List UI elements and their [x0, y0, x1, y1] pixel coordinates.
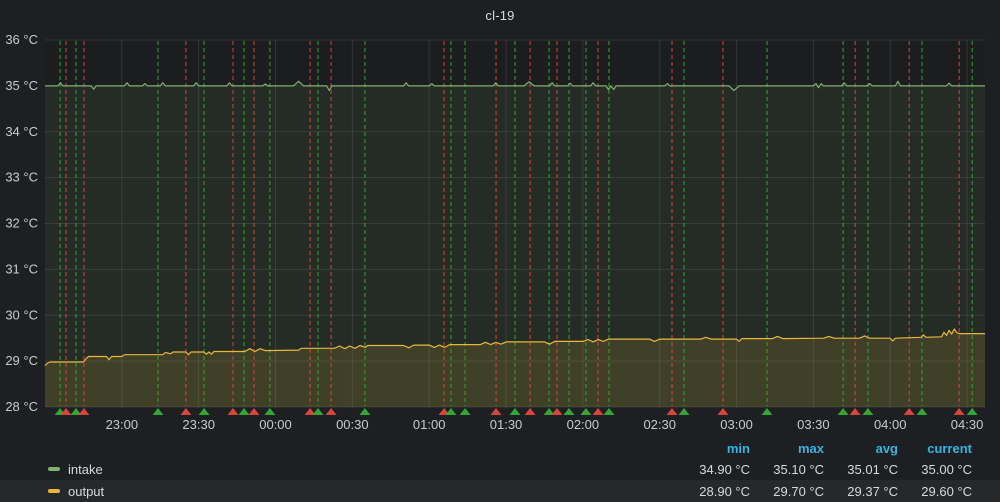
annotation-marker-icon[interactable] [838, 408, 849, 415]
y-axis-label: 33 °C [5, 170, 38, 185]
legend-row-output: output 28.90 °C 29.70 °C 29.37 °C 29.60 … [0, 480, 1000, 502]
annotation-marker-icon[interactable] [249, 408, 260, 415]
annotation-marker-icon[interactable] [153, 408, 164, 415]
x-axis-label: 04:00 [874, 417, 907, 432]
annotation-marker-icon[interactable] [862, 408, 873, 415]
annotation-marker-icon[interactable] [326, 408, 337, 415]
x-axis-label: 00:00 [259, 417, 292, 432]
legend-row-intake: intake 34.90 °C 35.10 °C 35.01 °C 35.00 … [0, 458, 1000, 480]
y-axis-label: 34 °C [5, 124, 38, 139]
x-axis-label: 23:30 [182, 417, 215, 432]
legend-series-label[interactable]: intake [68, 462, 103, 477]
x-axis-label: 03:30 [797, 417, 830, 432]
y-axis-label: 35 °C [5, 78, 38, 93]
output-max-value: 29.70 °C [750, 484, 824, 499]
legend-series-label[interactable]: output [68, 484, 104, 499]
intake-series-swatch-icon [48, 467, 60, 471]
annotation-marker-icon[interactable] [264, 408, 275, 415]
y-axis-label: 28 °C [5, 399, 38, 414]
x-axis-label: 02:30 [643, 417, 676, 432]
annotation-marker-icon[interactable] [313, 408, 324, 415]
annotation-marker-icon[interactable] [525, 408, 536, 415]
annotation-marker-icon[interactable] [917, 408, 928, 415]
annotation-marker-icon[interactable] [593, 408, 604, 415]
annotation-marker-icon[interactable] [199, 408, 210, 415]
x-axis-label: 01:00 [413, 417, 446, 432]
output-avg-value: 29.37 °C [824, 484, 898, 499]
legend-header-min[interactable]: min [676, 441, 750, 456]
x-axis-label: 23:00 [106, 417, 139, 432]
y-axis-label: 32 °C [5, 216, 38, 231]
annotation-marker-icon[interactable] [239, 408, 250, 415]
annotation-marker-icon[interactable] [564, 408, 575, 415]
legend-series-intake[interactable]: intake [48, 462, 676, 477]
output-min-value: 28.90 °C [676, 484, 750, 499]
annotation-marker-icon[interactable] [460, 408, 471, 415]
annotation-marker-icon[interactable] [510, 408, 521, 415]
intake-min-value: 34.90 °C [676, 462, 750, 477]
intake-current-value: 35.00 °C [898, 462, 972, 477]
y-axis-label: 30 °C [5, 307, 38, 322]
y-axis-label: 29 °C [5, 353, 38, 368]
x-axis-label: 01:30 [490, 417, 523, 432]
annotation-marker-icon[interactable] [359, 408, 370, 415]
legend: min max avg current intake 34.90 °C 35.1… [0, 438, 1000, 502]
x-axis-label: 02:00 [567, 417, 600, 432]
annotation-marker-icon[interactable] [604, 408, 615, 415]
output-series-swatch-icon [48, 489, 60, 493]
annotation-marker-icon[interactable] [904, 408, 915, 415]
annotation-marker-icon[interactable] [446, 408, 457, 415]
annotation-marker-icon[interactable] [78, 408, 89, 415]
x-axis-label: 00:30 [336, 417, 369, 432]
y-axis-label: 31 °C [5, 261, 38, 276]
legend-header-max[interactable]: max [750, 441, 824, 456]
annotation-marker-icon[interactable] [679, 408, 690, 415]
annotation-marker-icon[interactable] [762, 408, 773, 415]
annotation-marker-icon[interactable] [718, 408, 729, 415]
legend-header-row: min max avg current [0, 438, 1000, 458]
annotation-marker-icon[interactable] [967, 408, 978, 415]
legend-header-avg[interactable]: avg [824, 441, 898, 456]
annotation-marker-icon[interactable] [954, 408, 965, 415]
annotation-marker-icon[interactable] [552, 408, 563, 415]
output-current-value: 29.60 °C [898, 484, 972, 499]
legend-header-current[interactable]: current [898, 441, 972, 456]
x-axis-label: 03:00 [720, 417, 753, 432]
annotation-marker-icon[interactable] [491, 408, 502, 415]
annotation-marker-icon[interactable] [580, 408, 591, 415]
intake-max-value: 35.10 °C [750, 462, 824, 477]
chart-canvas[interactable]: 28 °C 29 °C 30 °C 31 °C 32 °C 33 °C 34 °C 35 °C… [0, 0, 1000, 436]
annotation-marker-icon[interactable] [180, 408, 191, 415]
annotation-marker-icon[interactable] [850, 408, 861, 415]
legend-series-output[interactable]: output [48, 484, 676, 499]
x-axis-label: 04:30 [951, 417, 984, 432]
annotation-marker-icon[interactable] [667, 408, 678, 415]
y-axis-label: 36 °C [5, 32, 38, 47]
graph-panel: cl-19 28 °C29 °C30 °C31 °C32 °C33 °C34 °… [0, 0, 1000, 500]
annotation-marker-icon[interactable] [228, 408, 239, 415]
intake-avg-value: 35.01 °C [824, 462, 898, 477]
